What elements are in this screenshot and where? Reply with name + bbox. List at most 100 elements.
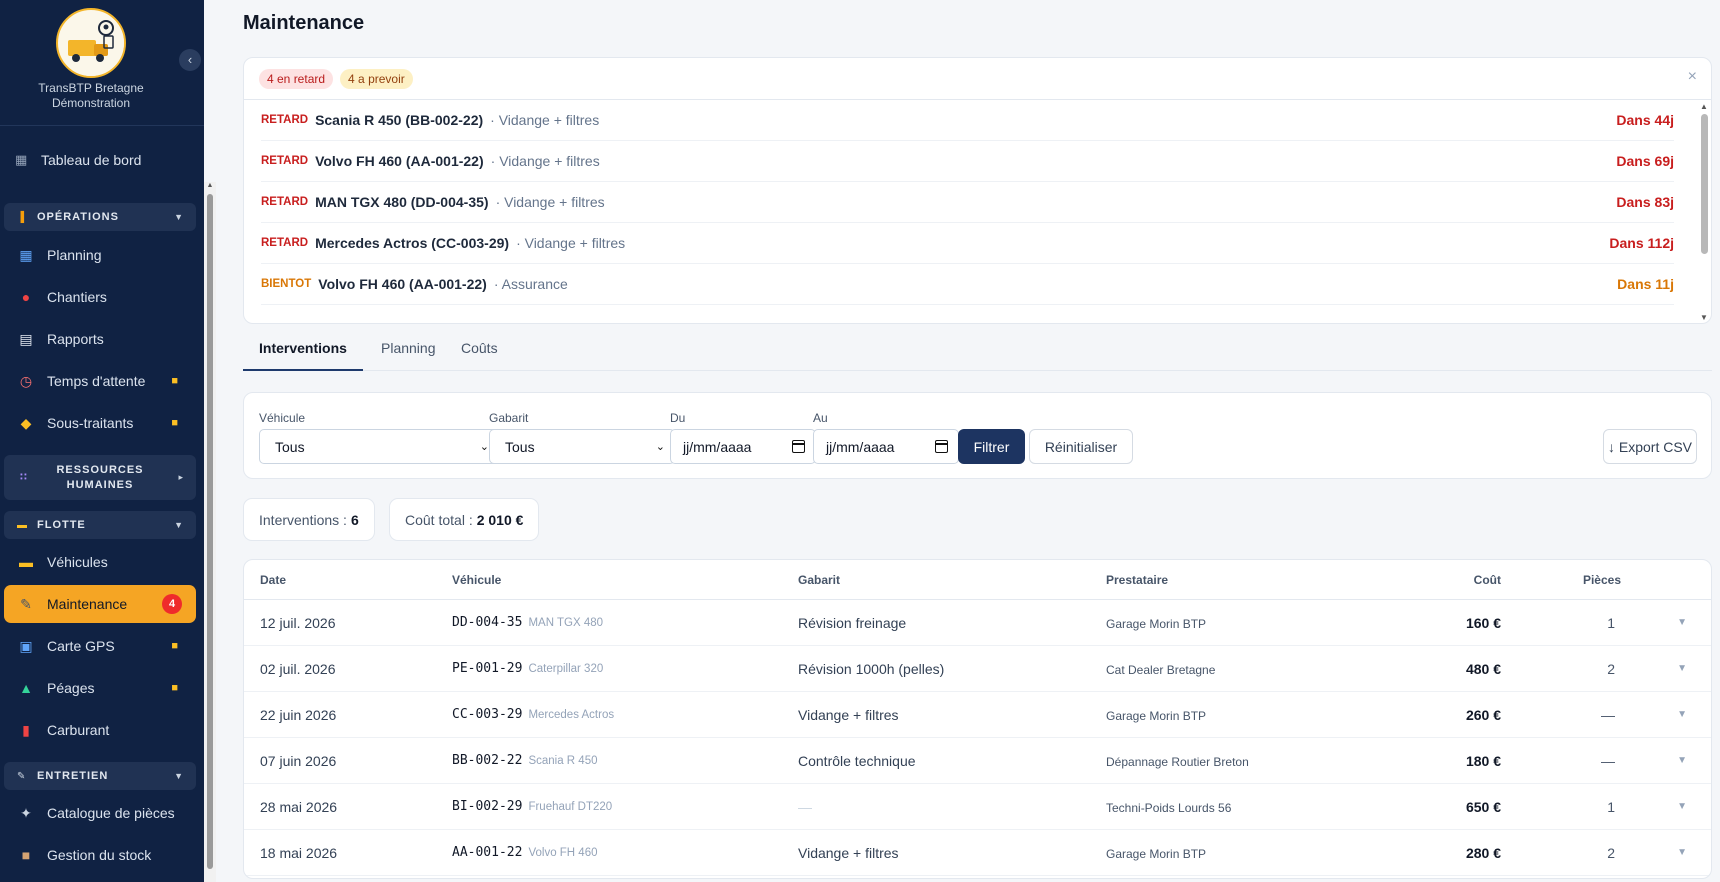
plate: BI-002-29	[452, 799, 523, 814]
sidebar-item-rapports[interactable]: ▤ Rapports	[4, 320, 196, 358]
sidebar-item-stock[interactable]: ■ Gestion du stock	[4, 836, 196, 874]
brand-block: TransBTP Bretagne Démonstration ‹	[0, 0, 204, 126]
sidebar-item-label: Temps d'attente	[47, 373, 146, 389]
alert-row[interactable]: RETARD Scania R 450 (BB-002-22) · Vidang…	[261, 100, 1674, 141]
cell-vehicule: DD-004-35 MAN TGX 480	[452, 615, 603, 630]
sidebar-item-temps-attente[interactable]: ◷ Temps d'attente ■	[4, 362, 196, 400]
tab-planning[interactable]: Planning	[365, 335, 452, 371]
reset-button[interactable]: Réinitialiser	[1029, 429, 1133, 464]
du-date-placeholder: jj/mm/aaaa	[683, 438, 752, 455]
scroll-up-icon[interactable]: ▲	[204, 182, 216, 189]
section-flotte[interactable]: ▬ FLOTTE ▼	[4, 511, 196, 539]
chevron-down-icon[interactable]: ▼	[1677, 755, 1687, 766]
col-cout[interactable]: Coût	[1474, 573, 1501, 587]
sidebar-item-carburant[interactable]: ▮ Carburant	[4, 711, 196, 749]
total-cost-card: Coût total : 2 010 €	[389, 498, 540, 541]
cell-date: 28 mai 2026	[260, 799, 338, 815]
lock-icon: ■	[171, 375, 178, 387]
main-content: Maintenance 4 en retard 4 a prevoir × RE…	[218, 0, 1720, 882]
alert-row[interactable]: RETARD Mercedes Actros (CC-003-29) · Vid…	[261, 223, 1674, 264]
export-csv-button[interactable]: ↓ Export CSV	[1603, 429, 1697, 464]
chevron-down-icon[interactable]: ▼	[1677, 801, 1687, 812]
chevron-down-icon[interactable]: ▼	[1677, 847, 1687, 858]
chevron-down-icon[interactable]: ▼	[1677, 709, 1687, 720]
scroll-up-icon[interactable]: ▲	[1700, 102, 1708, 111]
alert-vehicle: Scania R 450 (BB-002-22)	[315, 112, 484, 128]
col-gabarit[interactable]: Gabarit	[798, 573, 840, 587]
alert-vehicle: Volvo FH 460 (AA-001-22)	[315, 153, 484, 169]
alerts-scrollbar[interactable]: ▲ ▼	[1697, 100, 1711, 323]
col-date[interactable]: Date	[260, 573, 286, 587]
sidebar-item-sous-traitants[interactable]: ◆ Sous-traitants ■	[4, 404, 196, 442]
table-row[interactable]: 12 juil. 2026 DD-004-35 MAN TGX 480 Révis…	[244, 600, 1711, 646]
sidebar-item-label: Carburant	[47, 722, 110, 738]
gabarit-select[interactable]: Tous ⌄	[489, 429, 675, 464]
sidebar-item-vehicules[interactable]: ▬ Véhicules	[4, 543, 196, 581]
plate: DD-004-35	[452, 615, 523, 630]
sidebar-item-peages[interactable]: ▲ Péages ■	[4, 669, 196, 707]
table-row[interactable]: 22 juin 2026 CC-003-29 Mercedes Actros Vi…	[244, 692, 1711, 738]
col-prestataire[interactable]: Prestataire	[1106, 573, 1168, 587]
au-date-input[interactable]: jj/mm/aaaa	[813, 429, 959, 464]
chevron-down-icon[interactable]: ▼	[1677, 617, 1687, 628]
sidebar-item-label: Sous-traitants	[47, 415, 134, 431]
sidebar-scrollbar[interactable]: ▲	[204, 182, 216, 882]
cell-prestataire: Techni-Poids Lourds 56	[1106, 801, 1232, 815]
table-header: Date Véhicule Gabarit Prestataire Coût P…	[244, 560, 1711, 600]
cell-cout: 160 €	[1465, 615, 1501, 631]
sidebar-item-label: Chantiers	[47, 289, 107, 305]
map-icon: ▣	[19, 637, 33, 654]
cell-prestataire: Garage Morin BTP	[1106, 709, 1207, 723]
chevron-right-icon: ▸	[178, 472, 184, 482]
alert-row[interactable]: RETARD MAN TGX 480 (DD-004-35) · Vidange…	[261, 182, 1674, 223]
brand-line-1: TransBTP Bretagne	[38, 81, 144, 95]
sidebar-item-carte-gps[interactable]: ▣ Carte GPS ■	[4, 627, 196, 665]
interventions-table: Date Véhicule Gabarit Prestataire Coût P…	[243, 559, 1712, 879]
section-ressources-humaines[interactable]: ∷ RESSOURCES HUMAINES ▸	[4, 455, 196, 500]
box-icon: ■	[21, 847, 31, 863]
sidebar-item-planning[interactable]: ▦ Planning	[4, 236, 196, 274]
close-icon[interactable]: ×	[1688, 68, 1697, 86]
chevron-down-icon: ⌄	[479, 441, 489, 453]
sidebar-item-dashboard[interactable]: ▦ Tableau de bord	[0, 148, 200, 172]
calendar-icon[interactable]	[935, 440, 948, 453]
sidebar: TransBTP Bretagne Démonstration ‹ ▦ Tabl…	[0, 0, 204, 882]
du-date-input[interactable]: jj/mm/aaaa	[670, 429, 816, 464]
alerts-header: 4 en retard 4 a prevoir	[244, 58, 1711, 100]
col-vehicule[interactable]: Véhicule	[452, 573, 501, 587]
scroll-down-icon[interactable]: ▼	[1700, 313, 1708, 322]
cell-prestataire: Garage Morin BTP	[1106, 847, 1207, 861]
section-operations[interactable]: ▐ OPÉRATIONS ▼	[4, 203, 196, 231]
table-row[interactable]: 07 juin 2026 BB-002-22 Scania R 450 Contr…	[244, 738, 1711, 784]
sidebar-item-chantiers[interactable]: ● Chantiers	[4, 278, 196, 316]
lock-icon: ■	[171, 682, 178, 694]
col-pieces[interactable]: Pièces	[1583, 573, 1621, 587]
calendar-icon[interactable]	[792, 440, 805, 453]
table-row[interactable]: 02 juil. 2026 PE-001-29 Caterpillar 320 R…	[244, 646, 1711, 692]
plate: AA-001-22	[452, 845, 523, 860]
scrollbar-thumb[interactable]	[1701, 114, 1708, 254]
filter-button[interactable]: Filtrer	[958, 429, 1025, 464]
sidebar-item-maintenance[interactable]: ✎ Maintenance 4	[4, 585, 196, 623]
alert-kind: RETARD	[261, 237, 309, 249]
sidebar-item-label: Planning	[47, 247, 102, 263]
lock-icon: ■	[171, 640, 178, 652]
alert-row[interactable]: RETARD Volvo FH 460 (AA-001-22) · Vidang…	[261, 141, 1674, 182]
alert-row[interactable]: BIENTOT Volvo FH 460 (AA-001-22) · Assur…	[261, 264, 1674, 305]
chevron-down-icon[interactable]: ▼	[1677, 663, 1687, 674]
sidebar-item-catalogue[interactable]: ✦ Catalogue de pièces	[4, 794, 196, 832]
company-logo	[56, 8, 126, 78]
sidebar-item-label: Gestion du stock	[47, 847, 152, 863]
collapse-sidebar-button[interactable]: ‹	[179, 49, 201, 71]
vehicule-select[interactable]: Tous ⌄	[259, 429, 499, 464]
upcoming-count-badge: 4 a prevoir	[340, 68, 413, 89]
stat-label: Interventions :	[259, 511, 347, 528]
tab-interventions[interactable]: Interventions	[243, 335, 363, 371]
section-entretien[interactable]: ✎ ENTRETIEN ▼	[4, 762, 196, 790]
cell-pieces: 1	[1607, 799, 1615, 815]
table-row[interactable]: 18 mai 2026 AA-001-22 Volvo FH 460 Vidang…	[244, 830, 1711, 876]
alert-due: Dans 11j	[1617, 276, 1674, 292]
scrollbar-thumb[interactable]	[207, 194, 213, 869]
tab-couts[interactable]: Coûts	[445, 335, 514, 371]
table-row[interactable]: 28 mai 2026 BI-002-29 Fruehauf DT220 — Te…	[244, 784, 1711, 830]
